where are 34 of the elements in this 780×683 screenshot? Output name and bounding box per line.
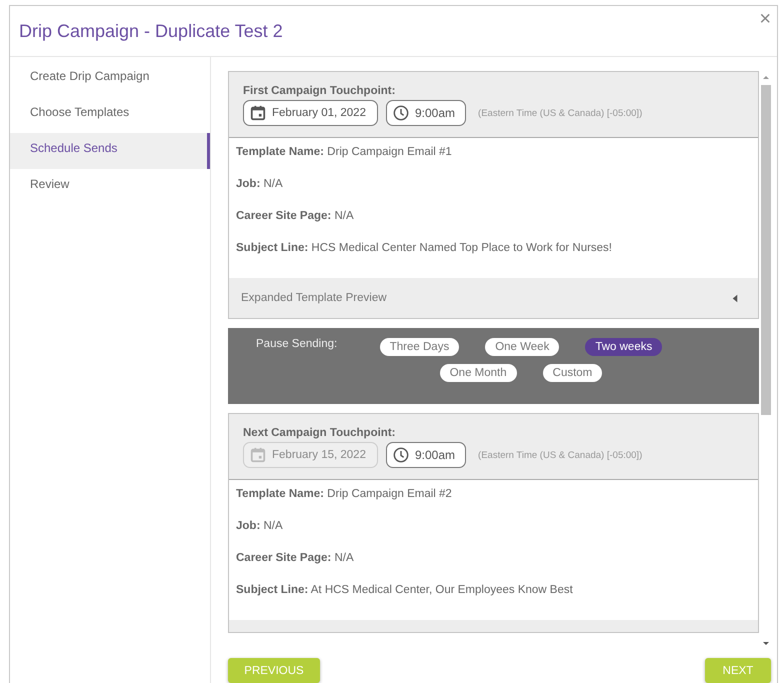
pause-option[interactable]: Custom <box>542 364 602 382</box>
detail-text: Career Site Page: N/A <box>236 210 355 224</box>
sidebar-item[interactable]: Create Drip Campaign <box>10 61 210 97</box>
detail-text: Career Site Page: N/A <box>236 552 355 566</box>
detail-text: Job: N/A <box>236 520 284 534</box>
close-button[interactable]: × <box>755 8 775 31</box>
calendar-icon <box>250 447 266 463</box>
pause-option[interactable]: One Month <box>440 364 517 382</box>
dialog-title: Drip Campaign - Duplicate Test 2 <box>19 20 283 42</box>
pause-label: Pause Sending: <box>256 338 338 352</box>
timezone-label: (Eastern Time (US & Canada) [-05:00]) <box>478 108 642 118</box>
timezone-label: (Eastern Time (US & Canada) [-05:00]) <box>478 450 642 460</box>
time-field[interactable]: 9:00am <box>386 442 466 468</box>
pause-option[interactable]: Two weeks <box>585 338 662 356</box>
clock-icon <box>393 105 409 121</box>
detail-text: Template Name: Drip Campaign Email #2 <box>236 488 453 502</box>
touchpoint-heading: Next Campaign Touchpoint: <box>243 427 396 439</box>
calendar-icon <box>250 105 266 121</box>
detail-text: Subject Line: HCS Medical Center Named Top Place to Work for Nurses! <box>236 242 614 256</box>
touchpoint-heading: First Campaign Touchpoint: <box>243 85 396 97</box>
pause-option[interactable]: One Week <box>485 338 560 356</box>
caret-icon <box>732 294 738 302</box>
detail-text: Template Name: Drip Campaign Email #1 <box>236 146 453 160</box>
preview-bar[interactable]: Expanded Template Preview <box>229 278 758 318</box>
preview-bar[interactable] <box>229 620 758 632</box>
time-field[interactable]: 9:00am <box>386 100 466 126</box>
date-field[interactable]: February 01, 2022 <box>243 100 378 126</box>
sidebar-item[interactable]: Review <box>10 169 210 205</box>
detail-text: Subject Line: At HCS Medical Center, Our Employees Know Best <box>236 584 574 598</box>
sidebar-item[interactable]: Schedule Sends <box>10 133 210 169</box>
pause-option[interactable]: Three Days <box>380 338 460 356</box>
detail-text: Job: N/A <box>236 178 284 192</box>
clock-icon <box>393 447 409 463</box>
sidebar-item[interactable]: Choose Templates <box>10 97 210 133</box>
